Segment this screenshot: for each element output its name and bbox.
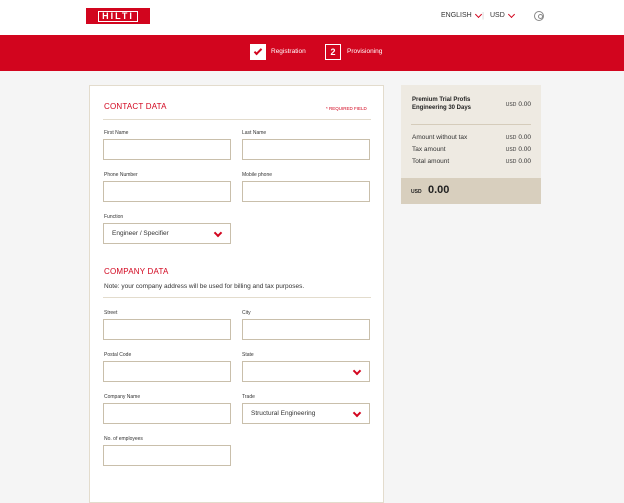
trade-select[interactable]: Structural Engineering [242,403,370,424]
step-registration-label: Registration [271,48,306,55]
employees-field[interactable] [103,445,231,466]
contact-data-title: CONTACT DATA [104,102,167,111]
currency-selector[interactable]: USD [490,10,515,19]
step-provisioning-label: Provisioning [347,48,383,55]
trade-value: Structural Engineering [251,410,316,417]
mobile-field[interactable] [242,181,370,202]
required-field-note: * REQUIRED FIELD [326,106,367,111]
company-data-title: COMPANY DATA [104,267,169,276]
city-label: City [242,310,251,316]
employees-label: No. of employees [104,436,143,442]
divider [103,119,371,120]
chevron-down-icon [352,408,362,418]
hilti-logo[interactable]: HILTI [86,8,150,24]
company-name-field[interactable] [103,403,231,424]
amount-without-tax-label: Amount without tax [412,134,468,141]
company-note: Note: your company address will be used … [104,283,305,290]
divider [103,297,371,298]
function-select[interactable]: Engineer / Specifier [103,223,231,244]
tax-amount-label: Tax amount [412,146,446,153]
company-name-label: Company Name [104,394,141,400]
product-name: Premium Trial Profis Engineering 30 Days [412,97,472,111]
grand-total-bar: USD 0.00 [401,178,541,204]
top-header: HILTI ENGLISH | USD [0,0,624,35]
user-icon[interactable] [534,11,544,21]
step-registration-badge [250,44,266,60]
state-select[interactable] [242,361,370,382]
first-name-label: First Name [104,130,129,136]
street-label: Street [104,310,118,316]
grand-total-currency: USD [411,189,422,195]
postal-code-label: Postal Code [104,352,132,358]
language-label: ENGLISH [441,12,472,19]
total-amount-value: USD 0.00 [505,158,531,165]
product-price: USD 0.00 [505,101,531,108]
function-label: Function [104,214,124,220]
header-separator: | [482,11,485,20]
divider [411,124,531,125]
phone-field[interactable] [103,181,231,202]
first-name-field[interactable] [103,139,231,160]
state-label: State [242,352,254,358]
chevron-down-icon [213,228,223,238]
phone-label: Phone Number [104,172,138,178]
tax-amount-value: USD 0.00 [505,146,531,153]
registration-form: CONTACT DATA * REQUIRED FIELD First Name… [89,85,384,503]
function-value: Engineer / Specifier [112,230,169,237]
city-field[interactable] [242,319,370,340]
step-provisioning-badge: 2 [325,44,341,60]
chevron-down-icon [507,10,515,18]
order-summary: Premium Trial Profis Engineering 30 Days… [401,85,541,204]
chevron-down-icon [352,366,362,376]
currency-label: USD [490,12,505,19]
last-name-label: Last Name [242,130,267,136]
total-amount-label: Total amount [412,158,450,165]
grand-total-value: 0.00 [428,184,450,196]
trade-label: Trade [242,394,255,400]
amount-without-tax-value: USD 0.00 [505,134,531,141]
postal-code-field[interactable] [103,361,231,382]
checkmark-icon [253,46,263,56]
chevron-down-icon [474,10,482,18]
logo-text: HILTI [98,10,138,22]
last-name-field[interactable] [242,139,370,160]
mobile-label: Mobile phone [242,172,273,178]
step-progress-bar: Registration 2 Provisioning [0,35,624,71]
language-selector[interactable]: ENGLISH [441,10,482,19]
street-field[interactable] [103,319,231,340]
